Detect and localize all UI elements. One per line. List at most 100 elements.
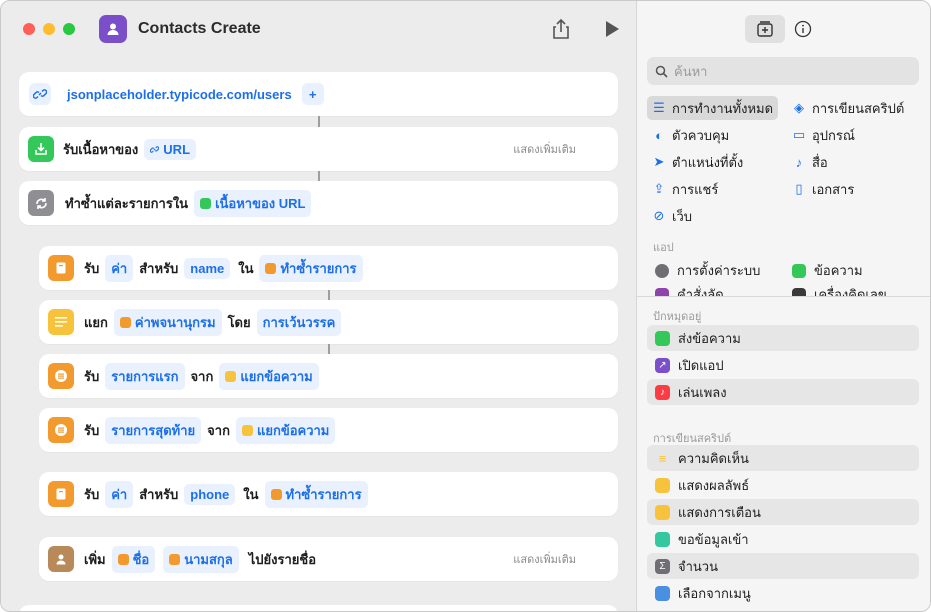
run-play-icon[interactable] [603, 19, 621, 39]
token-label: ค่าพจนานุกรม [134, 314, 216, 330]
search-icon [655, 65, 668, 78]
scripting-icon: ◈ [794, 100, 804, 115]
share-icon[interactable] [550, 17, 572, 41]
action-library-sidebar: ค้นหา ☰ การทำงานทั้งหมด ◈ การเขียนสคริปต… [637, 1, 930, 611]
action-word: โดย [227, 314, 251, 330]
action-label: จำนวน [678, 558, 718, 574]
show-more-button[interactable]: แสดงเพิ่มเติม [513, 140, 576, 158]
category-controls[interactable]: ◐ ตัวควบคุม [647, 123, 734, 147]
action-show-result[interactable]: แสดงผลลัพธ์ [647, 472, 919, 498]
action-label: รับเนื้อหาของ [63, 141, 139, 157]
split-text-action[interactable]: แยก ค่าพจนานุกรม โดย การเว้นวรรค [39, 300, 618, 344]
action-label: ทำซ้ำแต่ละรายการใน [65, 195, 189, 211]
key-token[interactable]: phone [184, 483, 236, 505]
category-sharing[interactable]: ⇪ การแชร์ [647, 177, 723, 201]
shortcuts-icon [655, 287, 669, 296]
category-label: เอกสาร [812, 181, 855, 197]
separator-token[interactable]: การเว้นวรรค [256, 308, 342, 336]
input-bubble-icon [655, 531, 670, 547]
text-icon [241, 424, 253, 436]
repeat-each-action[interactable]: ทำซ้ำแต่ละรายการใน เนื้อหาของ URL [19, 181, 618, 225]
list-icon [117, 553, 129, 565]
end-repeat-action[interactable] [19, 605, 618, 611]
action-word: จาก [207, 422, 230, 438]
sigma-icon: Σ [655, 558, 670, 574]
details-tab[interactable] [783, 15, 823, 43]
action-ask-for-input[interactable]: ขอข้อมูลเข้า [647, 526, 919, 552]
key-token[interactable]: name [184, 257, 231, 279]
action-show-alert[interactable]: แสดงการเตือน [647, 499, 919, 525]
first-item-token[interactable]: รายการแรก [105, 362, 185, 390]
repeat-item-token[interactable]: ทำซ้ำรายการ [264, 480, 368, 508]
action-send-message[interactable]: ส่งข้อความ [647, 325, 919, 351]
token-label: เนื้อหาของ URL [215, 195, 306, 211]
get-contents-action[interactable]: รับเนื้อหาของ URL แสดงเพิ่มเติม [19, 127, 618, 171]
apps-section-label: แอป [653, 242, 674, 254]
get-first-item-action[interactable]: รับ รายการแรก จาก แยกข้อความ [39, 354, 618, 398]
token-label: แยกข้อความ [240, 368, 313, 384]
action-choose-from-menu[interactable]: เลือกจากเมนู [647, 580, 919, 606]
repeat-item-token[interactable]: ทำซ้ำรายการ [259, 254, 363, 282]
dictionary-icon [48, 255, 74, 281]
category-scripting[interactable]: ◈ การเขียนสคริปต์ [787, 96, 909, 120]
url-token[interactable]: URL [144, 138, 197, 160]
get-last-item-action[interactable]: รับ รายการสุดท้าย จาก แยกข้อความ [39, 408, 618, 452]
download-icon [200, 197, 212, 209]
comment-lines-icon: ≡ [658, 450, 667, 466]
library-add-icon [757, 21, 773, 37]
contacts-icon [48, 546, 74, 572]
category-all-actions[interactable]: ☰ การทำงานทั้งหมด [647, 96, 779, 120]
action-open-app[interactable]: ↗ เปิดแอป [647, 352, 919, 378]
minimize-window-button[interactable] [43, 23, 55, 35]
url-contents-token[interactable]: เนื้อหาของ URL [194, 189, 312, 217]
category-device[interactable]: ▭ อุปกรณ์ [787, 123, 860, 147]
add-url-button[interactable]: + [301, 83, 324, 105]
action-library-tab[interactable] [745, 15, 785, 43]
value-token[interactable]: ค่า [105, 480, 134, 508]
action-label: ความคิดเห็น [678, 450, 749, 466]
titlebar: Contacts Create [1, 1, 637, 57]
token-label: URL [163, 141, 191, 157]
category-web[interactable]: ⊘ เว็บ [647, 204, 697, 228]
get-value-name-action[interactable]: รับ ค่า สำหรับ name ใน ทำซ้ำรายการ [39, 246, 618, 290]
toggle-icon: ◐ [655, 127, 663, 143]
last-item-token[interactable]: รายการสุดท้าย [105, 416, 202, 444]
action-comment[interactable]: ≡ ความคิดเห็น [647, 445, 919, 471]
app-calculator[interactable]: เครื่องคิดเลข [792, 284, 887, 296]
url-action[interactable]: jsonplaceholder.typicode.com/users + [19, 72, 618, 116]
app-system-settings[interactable]: การตั้งค่าระบบ [655, 260, 760, 281]
zoom-window-button[interactable] [63, 23, 75, 35]
dictionary-value-token[interactable]: ค่าพจนานุกรม [113, 308, 222, 336]
split-text-token[interactable]: แยกข้อความ [219, 362, 319, 390]
action-label: แสดงการเตือน [678, 504, 761, 520]
close-window-button[interactable] [23, 23, 35, 35]
app-shortcuts[interactable]: คำสั่งลัด [655, 284, 724, 296]
category-location[interactable]: ➤ ตำแหน่งที่ตั้ง [647, 150, 748, 174]
add-contact-action[interactable]: เพิ่ม ชื่อ นามสกุล ไปยังรายชื่อ แสดงเพิ่… [39, 537, 618, 581]
show-more-button[interactable]: แสดงเพิ่มเติม [513, 550, 576, 568]
url-value[interactable]: jsonplaceholder.typicode.com/users [67, 87, 292, 102]
link-icon [150, 145, 160, 153]
category-label: การแชร์ [672, 181, 719, 197]
action-word: จาก [190, 368, 214, 384]
action-label: เปิดแอป [678, 357, 724, 373]
get-value-phone-action[interactable]: รับ ค่า สำหรับ phone ใน ทำซ้ำรายการ [39, 472, 618, 516]
action-count[interactable]: Σ จำนวน [647, 553, 919, 579]
action-verb: แยก [84, 314, 108, 330]
action-label: แสดงผลลัพธ์ [678, 477, 750, 493]
action-verb: รับ [84, 260, 100, 276]
value-token[interactable]: ค่า [105, 254, 134, 282]
action-label: เล่นเพลง [678, 384, 727, 400]
category-documents[interactable]: ▯ เอกสาร [787, 177, 859, 201]
split-text-token[interactable]: แยกข้อความ [235, 416, 336, 444]
search-field[interactable]: ค้นหา [647, 57, 919, 85]
dictionary-icon [48, 481, 74, 507]
category-media[interactable]: ♪ สื่อ [787, 150, 833, 174]
repeat-item-icon [270, 488, 282, 500]
app-messages[interactable]: ข้อความ [792, 260, 863, 281]
contacts-shortcut-icon[interactable] [99, 15, 127, 43]
first-name-token[interactable]: ชื่อ [111, 545, 156, 573]
category-label: การทำงานทั้งหมด [672, 100, 774, 116]
last-name-token[interactable]: นามสกุล [163, 545, 239, 573]
action-play-music[interactable]: ♪ เล่นเพลง [647, 379, 919, 405]
